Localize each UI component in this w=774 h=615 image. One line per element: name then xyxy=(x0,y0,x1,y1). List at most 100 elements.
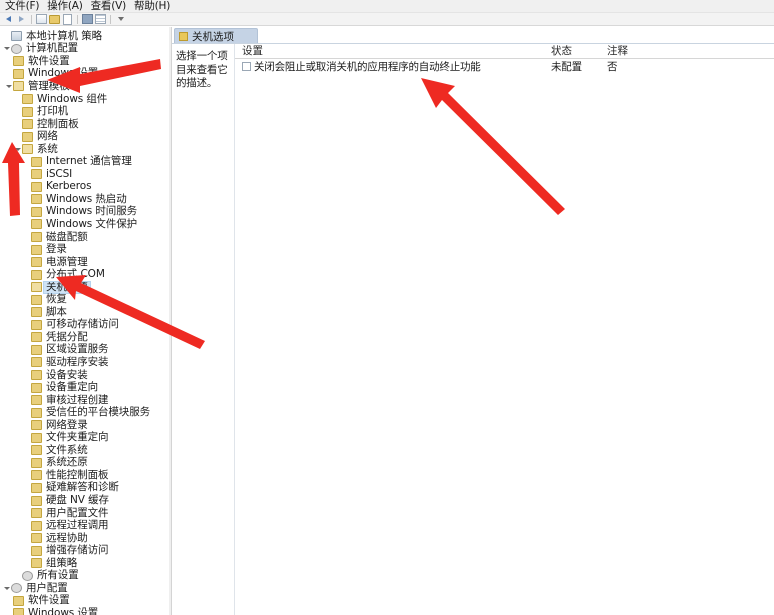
folder-icon xyxy=(31,357,42,368)
tree-node[interactable]: 本地计算机 策略 xyxy=(0,30,171,43)
menu-action[interactable]: 操作(A) xyxy=(44,0,87,13)
tree-node[interactable]: 文件系统 xyxy=(0,444,171,457)
folder-icon xyxy=(31,232,42,243)
tree-node-label: 性能控制面板 xyxy=(46,468,109,481)
view-list-icon[interactable] xyxy=(95,14,106,25)
help-dropdown-icon[interactable] xyxy=(115,14,126,25)
tree-node[interactable]: 凭据分配 xyxy=(0,331,171,344)
tree-node-label: 脚本 xyxy=(46,305,67,318)
table-row[interactable]: 关闭会阻止或取消关机的应用程序的自动终止功能 未配置 否 xyxy=(235,59,774,74)
folder-icon xyxy=(31,395,42,406)
tree-node[interactable]: 受信任的平台模块服务 xyxy=(0,406,171,419)
tree-node[interactable]: 软件设置 xyxy=(0,55,171,68)
folder-icon xyxy=(31,269,42,280)
tab-shutdown-options[interactable]: 关机选项 xyxy=(174,28,258,43)
folder-icon xyxy=(31,194,42,205)
column-header-setting[interactable]: 设置 xyxy=(235,43,551,58)
tree-node-label: 设备重定向 xyxy=(46,381,98,394)
tree-node[interactable]: 所有设置 xyxy=(0,570,171,583)
tree-node[interactable]: 组策略 xyxy=(0,557,171,570)
export-icon[interactable] xyxy=(82,14,93,25)
tree-node[interactable]: 分布式 COM xyxy=(0,268,171,281)
tree-node[interactable]: Internet 通信管理 xyxy=(0,155,171,168)
menu-file[interactable]: 文件(F) xyxy=(2,0,44,13)
settings-rows[interactable]: 关闭会阻止或取消关机的应用程序的自动终止功能 未配置 否 xyxy=(235,59,774,74)
menu-view[interactable]: 查看(V) xyxy=(88,0,131,13)
folder-open-icon xyxy=(13,81,24,92)
tree-node[interactable]: 驱动程序安装 xyxy=(0,356,171,369)
tree-node-label: 计算机配置 xyxy=(26,42,78,55)
sidebar-tree-panel[interactable]: 本地计算机 策略 计算机配置 软件设置 Windows 设置 管理模板 Windows 组… xyxy=(0,27,172,615)
tree-node[interactable]: 远程过程调用 xyxy=(0,519,171,532)
tree-node[interactable]: 网络登录 xyxy=(0,419,171,432)
tree-node[interactable]: 打印机 xyxy=(0,105,171,118)
tree-node[interactable]: Windows 设置 xyxy=(0,68,171,81)
tree-node[interactable]: 登录 xyxy=(0,243,171,256)
tree-node[interactable]: 增强存储访问 xyxy=(0,544,171,557)
folder-icon xyxy=(31,219,42,230)
tree-node[interactable]: 系统还原 xyxy=(0,457,171,470)
tree-node-label: 用户配置 xyxy=(26,581,68,594)
tree-node-label: Windows 设置 xyxy=(28,67,99,80)
tree-node-label: 受信任的平台模块服务 xyxy=(46,406,150,419)
chevron-down-icon[interactable] xyxy=(2,586,11,590)
tree-node-label: 区域设置服务 xyxy=(46,343,109,356)
tree-node[interactable]: 用户配置 xyxy=(0,582,171,595)
tree-node[interactable]: 硬盘 NV 缓存 xyxy=(0,494,171,507)
properties-icon[interactable] xyxy=(49,14,60,25)
menu-bar: 文件(F) 操作(A) 查看(V) 帮助(H) xyxy=(0,0,774,13)
tree-node[interactable]: 文件夹重定向 xyxy=(0,432,171,445)
folder-icon xyxy=(31,244,42,255)
tree-node[interactable]: 恢复 xyxy=(0,293,171,306)
tree-node[interactable]: Windows 设置 xyxy=(0,607,171,615)
tree-node-label: 远程过程调用 xyxy=(46,519,109,532)
tree-node[interactable]: 可移动存储访问 xyxy=(0,319,171,332)
tree-node[interactable]: 网络 xyxy=(0,130,171,143)
refresh-icon[interactable] xyxy=(62,13,73,25)
tab-strip: 关机选项 xyxy=(172,27,774,44)
tree-node[interactable]: 区域设置服务 xyxy=(0,344,171,357)
tree-node[interactable]: iSCSI xyxy=(0,168,171,181)
chevron-down-icon[interactable] xyxy=(4,84,13,88)
up-folder-icon[interactable] xyxy=(36,14,47,25)
tree-node-label: 组策略 xyxy=(46,556,78,569)
tree-node[interactable]: 用户配置文件 xyxy=(0,507,171,520)
menu-help[interactable]: 帮助(H) xyxy=(131,0,175,13)
tree-node-label: Kerberos xyxy=(46,180,92,193)
tree-node[interactable]: Windows 文件保护 xyxy=(0,218,171,231)
tree-node[interactable]: 脚本 xyxy=(0,306,171,319)
tree-node[interactable]: Windows 热启动 xyxy=(0,193,171,206)
workspace: 本地计算机 策略 计算机配置 软件设置 Windows 设置 管理模板 Windows 组… xyxy=(0,27,774,615)
folder-icon xyxy=(31,432,42,443)
folder-icon xyxy=(31,382,42,393)
tree-node[interactable]: 控制面板 xyxy=(0,118,171,131)
tree-node-label: 恢复 xyxy=(46,293,67,306)
column-header-state[interactable]: 状态 xyxy=(551,43,607,58)
tree-node[interactable]: 磁盘配额 xyxy=(0,231,171,244)
back-icon[interactable] xyxy=(3,14,14,25)
tree-node[interactable]: 系统 xyxy=(0,143,171,156)
tree-node[interactable]: 性能控制面板 xyxy=(0,469,171,482)
tree-node[interactable]: 计算机配置 xyxy=(0,43,171,56)
tree-node[interactable]: Kerberos xyxy=(0,181,171,194)
column-header-comment[interactable]: 注释 xyxy=(607,43,667,58)
folder-open-icon xyxy=(22,144,33,155)
folder-icon xyxy=(31,319,42,330)
tree-node-label: 管理模板 xyxy=(28,79,70,92)
tree-node[interactable]: 管理模板 xyxy=(0,80,171,93)
tree-node[interactable]: 设备安装 xyxy=(0,369,171,382)
chevron-down-icon[interactable] xyxy=(13,147,22,151)
chevron-down-icon[interactable] xyxy=(2,47,11,51)
tree-node[interactable]: 软件设置 xyxy=(0,595,171,608)
tree-node[interactable]: 关机选项 xyxy=(0,280,171,294)
tree-node[interactable]: Windows 时间服务 xyxy=(0,206,171,219)
forward-icon[interactable] xyxy=(16,14,27,25)
tree-node[interactable]: Windows 组件 xyxy=(0,93,171,106)
tree-node[interactable]: 疑难解答和诊断 xyxy=(0,482,171,495)
tree-node[interactable]: 设备重定向 xyxy=(0,381,171,394)
settings-list-pane[interactable]: 设置 状态 注释 关闭会阻止或取消关机的应用程序的自动终止功能 未配置 否 xyxy=(235,44,774,615)
tree-node[interactable]: 远程协助 xyxy=(0,532,171,545)
tree-node[interactable]: 审核过程创建 xyxy=(0,394,171,407)
policy-tree[interactable]: 本地计算机 策略 计算机配置 软件设置 Windows 设置 管理模板 Windows 组… xyxy=(0,27,171,615)
tree-node[interactable]: 电源管理 xyxy=(0,256,171,269)
